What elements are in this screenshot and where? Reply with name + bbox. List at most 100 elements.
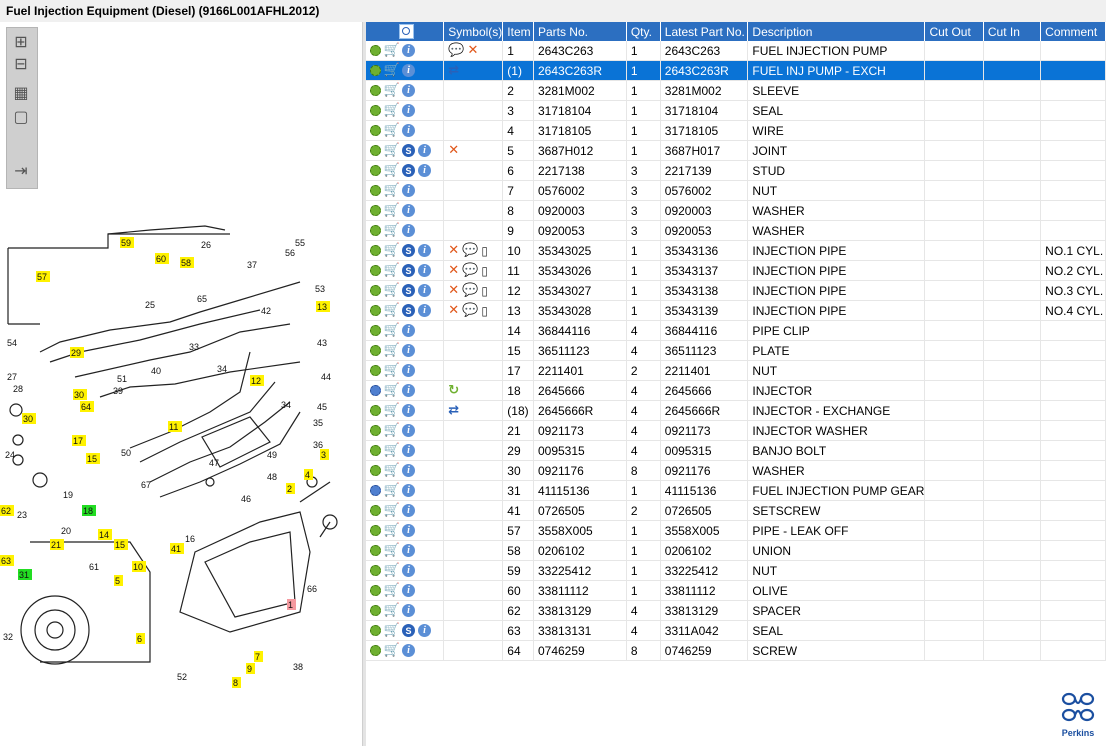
table-row[interactable]: 🛒 i ↻ 18 2645666 4 2645666 INJECTOR [366,380,1106,401]
latest-part-number-cell[interactable]: 0095315 [660,440,749,461]
table-row[interactable]: 🛒 Si ✕ 💬 ▯ 13 35343028 1 35343139 INJECTION PIPE N… [366,300,1106,321]
table-row[interactable]: 🛒 i 17 2211401 2 2211401 NUT [366,360,1106,381]
part-number-cell[interactable]: 33225412 [533,560,627,581]
table-row[interactable]: 🛒 i 41 0726505 2 0726505 SETSCREW [366,500,1106,521]
fit-all-icon[interactable]: ▦ [12,83,30,102]
gear-icon[interactable] [370,225,381,237]
gear-icon[interactable] [370,565,381,577]
callout-64[interactable]: 64 [80,401,94,412]
part-number-cell[interactable]: 2645666R [533,400,627,421]
row-actions[interactable]: 🛒 i [366,640,445,661]
note-bubble-icon[interactable]: 💬 [462,263,478,278]
cart-icon[interactable]: 🛒 [384,343,400,358]
cart-icon[interactable]: 🛒 [384,123,400,138]
cart-icon[interactable]: 🛒 [384,103,400,118]
row-actions[interactable]: 🛒 Si [366,300,445,321]
cart-icon[interactable]: 🛒 [384,83,400,98]
cart-icon[interactable]: 🛒 [384,483,400,498]
zoom-in-icon[interactable]: ⊞ [12,32,30,51]
table-row[interactable]: 🛒 i 30 0921176 8 0921176 WASHER [366,460,1106,481]
row-actions[interactable]: 🛒 i [366,540,445,561]
part-number-cell[interactable]: 3281M002 [533,80,627,101]
gears-icon[interactable] [370,385,381,397]
callout-10[interactable]: 10 [132,561,146,572]
row-actions[interactable]: 🛒 i [366,560,445,581]
row-actions[interactable]: 🛒 Si [366,280,445,301]
gear-icon[interactable] [370,605,381,617]
part-number-cell[interactable]: 2643C263R [533,60,627,81]
row-actions[interactable]: 🛒 Si [366,260,445,281]
table-row[interactable]: 🛒 i 57 3558X005 1 3558X005 PIPE - LEAK OFF [366,520,1106,541]
table-row[interactable]: 🛒 i 9 0920053 3 0920053 WASHER [366,220,1106,241]
service-icon[interactable]: S [402,264,415,278]
cart-icon[interactable]: 🛒 [384,63,400,78]
info-icon[interactable]: i [402,84,415,98]
gear-icon[interactable] [370,405,381,417]
gears-icon[interactable] [370,485,381,497]
column-header-symbol-s[interactable]: Symbol(s) [443,22,504,41]
callout-58[interactable]: 58 [180,257,194,268]
row-actions[interactable]: 🛒 i [366,41,445,61]
callout-29[interactable]: 29 [70,347,84,358]
table-row[interactable]: 🛒 i 64 0746259 8 0746259 SCREW [366,640,1106,661]
cart-icon[interactable]: 🛒 [384,523,400,538]
table-row[interactable]: 🛒 Si ✕ 💬 ▯ 12 35343027 1 35343138 INJECTION PIPE N… [366,280,1106,301]
table-row[interactable]: 🛒 i 21 0921173 4 0921173 INJECTOR WASHER [366,420,1106,441]
cart-icon[interactable]: 🛒 [384,403,400,418]
latest-part-number-cell[interactable]: 41115136 [660,480,749,501]
note-bubble-icon[interactable]: 💬 [462,283,478,298]
callout-5[interactable]: 5 [114,575,123,586]
cart-icon[interactable]: 🛒 [384,203,400,218]
table-row[interactable]: 🛒 i 60 33811112 1 33811112 OLIVE [366,580,1106,601]
latest-part-number-cell[interactable]: 0920003 [660,200,749,221]
latest-part-number-cell[interactable]: 33811112 [660,580,749,601]
cart-icon[interactable]: 🛒 [384,563,400,578]
exploded-diagram[interactable]: 5960 5826 5556375765532542 13434454293327 51… [0,212,362,692]
gear-icon[interactable] [370,265,381,277]
latest-part-number-cell[interactable]: 0206102 [660,540,749,561]
gear-icon[interactable] [370,325,381,337]
latest-part-number-cell[interactable]: 3311A042 [660,620,749,641]
callout-60[interactable]: 60 [155,253,169,264]
info-icon[interactable]: i [402,324,415,338]
gear-icon[interactable] [370,365,381,377]
latest-part-number-cell[interactable]: 2645666 [660,380,749,401]
info-icon[interactable]: i [402,124,415,138]
info-icon[interactable]: i [402,384,415,398]
part-number-cell[interactable]: 35343027 [533,280,627,301]
info-icon[interactable]: i [402,104,415,118]
row-actions[interactable]: 🛒 i [366,80,445,101]
info-icon[interactable]: i [418,284,431,298]
part-number-cell[interactable]: 2217138 [533,160,627,181]
part-number-cell[interactable]: 36511123 [533,340,627,361]
export-icon[interactable]: ⇥ [12,161,30,180]
cart-icon[interactable]: 🛒 [384,383,400,398]
callout-30[interactable]: 30 [22,413,36,424]
part-number-cell[interactable]: 41115136 [533,480,627,501]
callout-17[interactable]: 17 [72,435,86,446]
note-bubble-icon[interactable]: 💬 [448,43,464,58]
service-icon[interactable]: S [402,304,415,318]
latest-part-number-cell[interactable]: 36511123 [660,340,749,361]
cart-icon[interactable]: 🛒 [384,43,400,58]
row-actions[interactable]: 🛒 Si [366,620,445,641]
row-actions[interactable]: 🛒 i [366,460,445,481]
callout-18[interactable]: 18 [82,505,96,516]
parts-list-panel[interactable]: Symbol(s) Item Parts No. Qty. Latest Part No… [366,22,1106,746]
cart-icon[interactable]: 🛒 [384,543,400,558]
callout-7[interactable]: 7 [254,651,263,662]
row-actions[interactable]: 🛒 Si [366,240,445,261]
row-actions[interactable]: 🛒 i [366,320,445,341]
callout-13[interactable]: 13 [316,301,330,312]
callout-1[interactable]: 1 [287,599,296,610]
table-row[interactable]: 🛒 i 14 36844116 4 36844116 PIPE CLIP [366,320,1106,341]
part-number-cell[interactable]: 3558X005 [533,520,627,541]
cart-icon[interactable]: 🛒 [384,583,400,598]
info-icon[interactable]: i [418,244,431,258]
part-number-cell[interactable]: 0206102 [533,540,627,561]
callout-8[interactable]: 8 [232,677,241,688]
note-bubble-icon[interactable]: 💬 [462,243,478,258]
part-number-cell[interactable]: 0726505 [533,500,627,521]
row-actions[interactable]: 🛒 i [366,600,445,621]
latest-part-number-cell[interactable]: 35343136 [660,240,749,261]
